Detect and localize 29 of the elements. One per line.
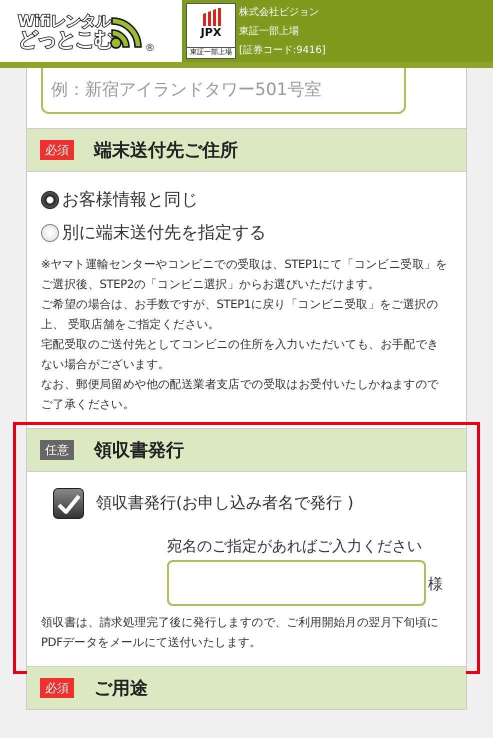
section-badge: 必須 — [40, 140, 74, 160]
section-title: 端末送付先ご住所 — [94, 139, 238, 162]
note-text: 宅配受取のご送付先としてコンビニの住所を入力いただいても、お手配できない場合がございます。 — [41, 336, 440, 373]
radio-dot[interactable] — [41, 224, 59, 242]
honorific-suffix: 様 — [428, 575, 443, 594]
bars-icon — [201, 8, 221, 26]
jpx-label: JPX — [200, 26, 222, 40]
logo-text: Wifiレンタル — [18, 14, 112, 28]
check-icon — [56, 492, 80, 514]
receipt-checkbox[interactable]: 領収書発行(お申し込み者名で発行 ) — [53, 488, 354, 519]
section-title: ご用途 — [94, 677, 148, 700]
section-title: 領収書発行 — [94, 439, 184, 462]
company-info: 東証一部上場 — [239, 24, 300, 38]
addressee-hint: 宛名のご指定があればご入力ください — [167, 537, 423, 556]
note-text: 領収書は、請求処理完了後に発行しますので、ご利用開始月の翌月下旬頃にPDFデータをメールにて送付いたします。 — [41, 614, 440, 651]
address-field[interactable]: 例：新宿アイランドタワー501号室 — [41, 68, 406, 114]
radio-option[interactable]: 別に端末送付先を指定する — [41, 221, 266, 244]
note-text: ※ヤマト運輸センターやコンビニでの受取は、STEP1にて「コンビニ受取」をご選択後、STEP2の「コンビニ選択」からお選びいただけます。 — [41, 256, 448, 293]
section-badge: 任意 — [40, 440, 74, 460]
note-text: ご希望の場合は、お手数ですが、STEP1に戻り「コンビニ受取」をご選択の上、 受取店舗をご指定ください。 — [41, 296, 440, 333]
radio-dot[interactable] — [41, 190, 59, 208]
addressee-field[interactable] — [167, 560, 426, 606]
section-badge: 必須 — [40, 678, 74, 698]
note-text: なお、郵便局留めや他の配送業者支店での受取はお受付いたしかねますのでご了承ください。 — [41, 376, 440, 413]
company-info: 株式会社ビジョン — [239, 6, 320, 19]
logo-text: どっとこむ — [18, 28, 113, 48]
company-info: [証券コード:9416] — [239, 44, 326, 57]
radio-option[interactable]: お客様情報と同じ — [41, 188, 198, 211]
registered-mark: ® — [145, 43, 155, 54]
